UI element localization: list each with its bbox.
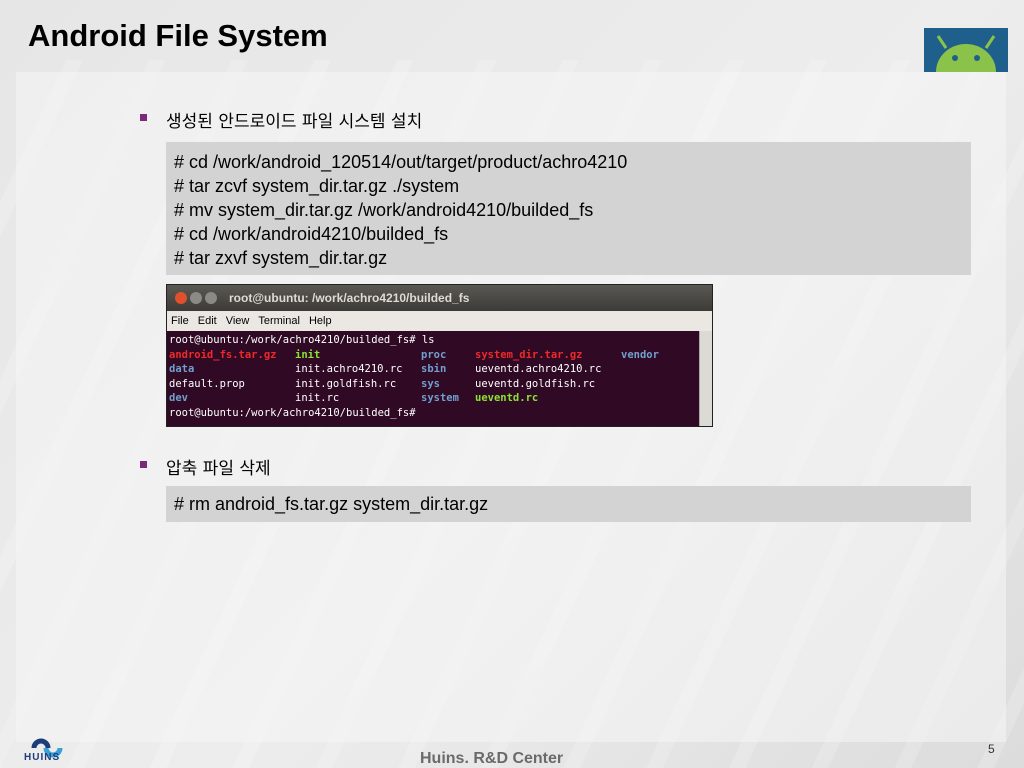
menu-view: View xyxy=(225,315,250,327)
code-line: # cd /work/android4210/builded_fs xyxy=(174,224,449,244)
terminal-file-entry: init.achro4210.rc xyxy=(295,363,403,375)
terminal-file-entry: ueventd.goldfish.rc xyxy=(475,377,596,390)
code-block-delete: # rm android_fs.tar.gz system_dir.tar.gz xyxy=(166,486,971,522)
terminal-scrollbar xyxy=(699,331,712,426)
terminal-listing-row: data init.achro4210.rc sbin ueventd.achro42… xyxy=(169,362,712,377)
terminal-titlebar: root@ubuntu: /work/achro4210/builded_fs xyxy=(167,285,712,311)
terminal-listing-row: android_fs.tar.gz init proc system_dir.tar.… xyxy=(169,348,712,363)
bullet-text-delete: 압축 파일 삭제 xyxy=(166,459,271,479)
terminal-menubar: File Edit View Terminal Help xyxy=(167,311,712,331)
page-number: 5 xyxy=(988,742,995,756)
menu-help: Help xyxy=(308,315,332,327)
terminal-file-entry: system_dir.tar.gz xyxy=(475,348,583,361)
menu-file: File xyxy=(171,315,189,327)
terminal-file-entry: vendor xyxy=(621,348,659,361)
logo-text: HUINS xyxy=(24,752,61,763)
terminal-file-entry: init.rc xyxy=(295,392,340,404)
maximize-icon xyxy=(205,292,217,304)
terminal-file-entry: android_fs.tar.gz xyxy=(169,348,277,361)
terminal-file-entry xyxy=(621,377,681,392)
terminal-listing-row: dev init.rc system ueventd.rc xyxy=(169,391,712,406)
terminal-file-entry xyxy=(621,391,681,406)
terminal-file-entry: dev xyxy=(169,392,188,404)
bullet-text-install: 생성된 안드로이드 파일 시스템 설치 xyxy=(166,112,423,132)
footer-text: Huins. R&D Center xyxy=(420,750,564,767)
terminal-screenshot: root@ubuntu: /work/achro4210/builded_fs … xyxy=(166,284,713,427)
terminal-file-entry: sbin xyxy=(421,363,447,375)
android-robot-icon xyxy=(924,28,1008,72)
terminal-listing-row: default.prop init.goldfish.rc sys ueventd.g… xyxy=(169,377,712,392)
terminal-file-entry: sys xyxy=(421,377,440,390)
terminal-listing: android_fs.tar.gz init proc system_dir.tar.… xyxy=(169,348,712,406)
terminal-file-entry: ueventd.rc xyxy=(475,392,539,404)
terminal-prompt: root@ubuntu:/work/achro4210/builded_fs# … xyxy=(169,334,435,346)
terminal-file-entry: init xyxy=(295,348,321,361)
slide-title: Android File System xyxy=(28,18,328,53)
terminal-file-entry xyxy=(621,362,681,377)
terminal-file-entry: proc xyxy=(421,348,447,361)
code-line: # tar zxvf system_dir.tar.gz xyxy=(174,248,388,268)
menu-terminal: Terminal xyxy=(258,315,300,327)
code-line: # cd /work/android_120514/out/target/pro… xyxy=(174,152,628,172)
code-line: # tar zcvf system_dir.tar.gz ./system xyxy=(174,176,460,196)
code-block-install: # cd /work/android_120514/out/target/pro… xyxy=(166,142,971,275)
menu-edit: Edit xyxy=(197,315,217,327)
terminal-file-entry: default.prop xyxy=(169,377,245,390)
close-icon xyxy=(175,292,187,304)
terminal-title: root@ubuntu: /work/achro4210/builded_fs xyxy=(229,291,470,305)
code-line: # rm android_fs.tar.gz system_dir.tar.gz xyxy=(174,494,489,514)
terminal-file-entry: data xyxy=(169,363,195,375)
android-logo xyxy=(924,28,1008,72)
terminal-file-entry: ueventd.achro4210.rc xyxy=(475,363,602,375)
terminal-output: root@ubuntu:/work/achro4210/builded_fs# … xyxy=(167,331,712,426)
minimize-icon xyxy=(190,292,202,304)
terminal-file-entry: system xyxy=(421,392,459,404)
bullet-marker xyxy=(140,461,147,468)
bullet-marker xyxy=(140,114,147,121)
terminal-file-entry: init.goldfish.rc xyxy=(295,377,397,390)
terminal-prompt: root@ubuntu:/work/achro4210/builded_fs# xyxy=(169,406,416,419)
code-line: # mv system_dir.tar.gz /work/android4210… xyxy=(174,200,594,220)
